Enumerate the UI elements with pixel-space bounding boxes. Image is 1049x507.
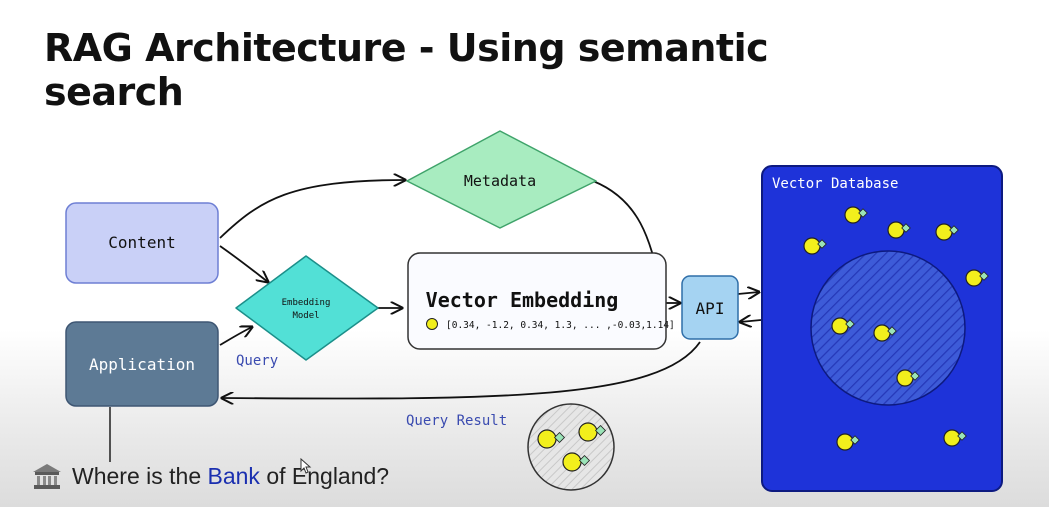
arrow-content-to-metadata	[219, 180, 405, 239]
caption-text-before: Where is the	[72, 462, 202, 489]
mouse-cursor-icon	[300, 458, 312, 474]
application-box: Application	[65, 321, 219, 407]
caption-highlight: Bank	[207, 462, 260, 489]
vector-embedding-values: [0.34, -1.2, 0.34, 1.3, ... ,-0.03,1.14]	[446, 320, 675, 331]
metadata-label: Metadata	[464, 172, 536, 190]
vector-embedding-box: Vector Embedding [0.34, -1.2, 0.34, 1.3,…	[407, 252, 675, 350]
arrow-vector-database-to-api	[740, 320, 762, 322]
application-label: Application	[89, 355, 195, 374]
arrow-application-to-embedding-model	[219, 327, 252, 346]
embedding-model-diamond: Embedding Model	[235, 255, 379, 361]
arrow-api-to-vector-database	[737, 292, 759, 294]
api-box: API	[681, 275, 739, 340]
arrow-content-to-embedding-model	[219, 245, 268, 282]
vector-database-label: Vector Database	[772, 176, 898, 192]
embedding-point-icon	[426, 318, 438, 330]
api-label: API	[696, 299, 725, 318]
query-result-circle	[527, 403, 615, 491]
bank-icon	[33, 464, 61, 489]
query-label: Query	[236, 353, 278, 369]
content-box: Content	[65, 202, 219, 284]
caption-text-after: of England?	[266, 462, 390, 489]
question-caption: Where is the Bank of England?	[32, 458, 389, 494]
vector-embedding-title: Vector Embedding	[426, 288, 619, 312]
vector-database: Vector Database	[761, 165, 1003, 492]
embedding-model-label-2: Model	[292, 311, 319, 321]
metadata-diamond: Metadata	[406, 130, 597, 229]
query-result-label: Query Result	[406, 413, 507, 429]
embedding-model-label-1: Embedding	[282, 298, 331, 308]
content-label: Content	[108, 233, 175, 252]
rag-architecture-diagram: Content Application Metadata Embedding M…	[65, 130, 1003, 492]
